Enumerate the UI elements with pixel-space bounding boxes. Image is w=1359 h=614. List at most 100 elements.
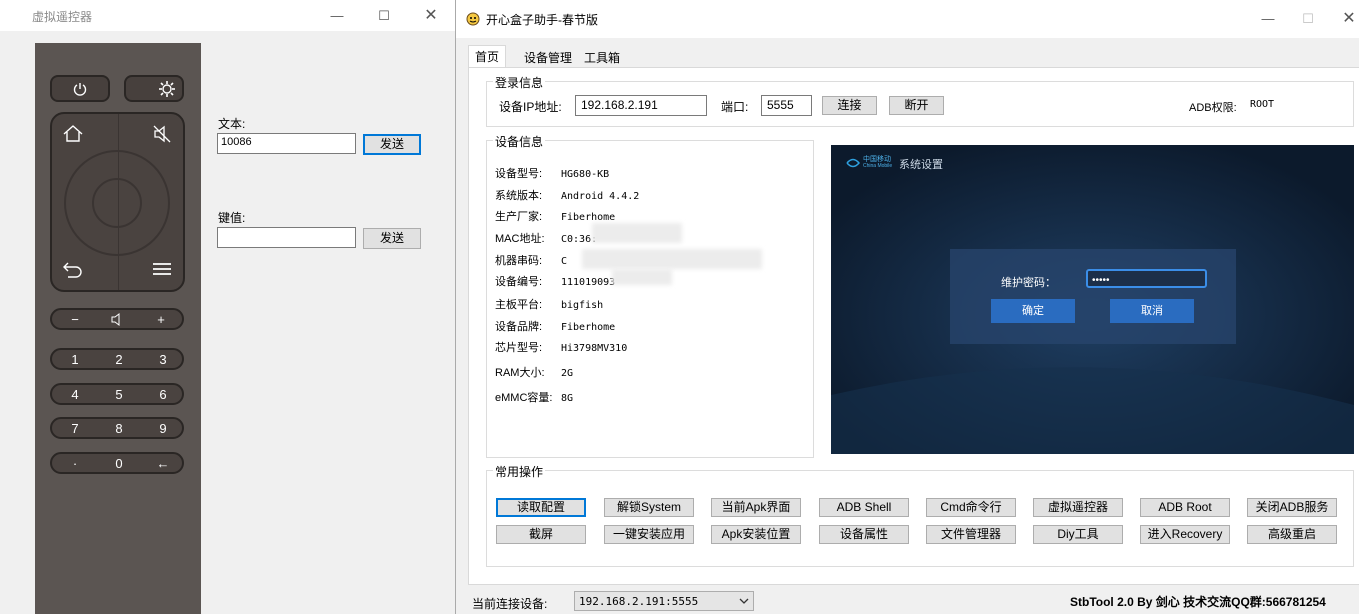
op-button-row1-4[interactable]: Cmd命令行 (926, 498, 1016, 517)
remote-body: − + 1 2 3 4 5 6 7 8 9 · 0 ← (35, 43, 201, 614)
main-window: 开心盒子助手-春节版 — ☐ ✕ 首页 设备管理 工具箱 登录信息 设备IP地址… (456, 0, 1359, 614)
device-select-value: 192.168.2.191:5555 (579, 595, 699, 608)
op-button-row1-7[interactable]: 关闭ADB服务 (1247, 498, 1337, 517)
device-info-key: 芯片型号: (495, 342, 543, 354)
ip-input[interactable]: 192.168.2.191 (575, 95, 707, 116)
op-button-row2-0[interactable]: 截屏 (496, 525, 586, 544)
menu-icon[interactable] (152, 262, 172, 276)
op-button-row2-6[interactable]: 进入Recovery (1140, 525, 1230, 544)
ok-button[interactable] (92, 178, 142, 228)
ops-group: 常用操作 读取配置 解锁System 当前Apk界面 ADB Shell Cmd命令行虚… (486, 463, 1354, 567)
number-row: 789 (50, 417, 184, 439)
device-info-row: 主板平台: bigfish (495, 296, 603, 312)
op-button-row2-1[interactable]: 一键安装应用 (604, 525, 694, 544)
num-key-8[interactable]: 9 (148, 421, 178, 436)
device-info-value: Hi3798MV310 (561, 343, 628, 354)
num-key-10[interactable]: 0 (104, 456, 134, 471)
device-info-key: 设备品牌: (495, 321, 543, 333)
port-label: 端口: (721, 100, 749, 114)
num-key-1[interactable]: 2 (104, 352, 134, 367)
num-key-3[interactable]: 4 (60, 387, 90, 402)
redacted-serial (582, 249, 762, 269)
device-info-value: Fiberhome (561, 322, 616, 333)
num-key-0[interactable]: 1 (60, 352, 90, 367)
op-button-row1-1[interactable]: 解锁System (604, 498, 694, 517)
volume-down-button[interactable]: − (60, 312, 90, 327)
device-info-row: 生产厂家: Fiberhome (495, 208, 615, 224)
op-button-row1-6[interactable]: ADB Root (1140, 498, 1230, 517)
key-label: 键值: (218, 211, 246, 225)
device-info-value: 2G (561, 368, 574, 379)
tab-home[interactable]: 首页 (468, 45, 507, 68)
minimize-icon[interactable]: — (314, 4, 360, 28)
ip-label: 设备IP地址: (499, 100, 562, 114)
main-titlebar: 开心盒子助手-春节版 — ☐ ✕ (456, 0, 1359, 38)
num-key-7[interactable]: 8 (104, 421, 134, 436)
maximize-icon[interactable]: ☐ (1285, 7, 1331, 31)
current-device-label: 当前连接设备: (472, 597, 548, 611)
main-title: 开心盒子助手-春节版 (486, 13, 598, 27)
adb-label: ADB权限: (1189, 102, 1237, 114)
op-button-row2-5[interactable]: Diy工具 (1033, 525, 1123, 544)
screen-cancel-button[interactable]: 取消 (1110, 299, 1194, 323)
key-send-button[interactable]: 发送 (363, 228, 421, 249)
connect-button[interactable]: 连接 (822, 96, 877, 115)
pwd-input[interactable]: ••••• (1086, 269, 1207, 288)
screen-ok-button[interactable]: 确定 (991, 299, 1075, 323)
brand-sub: China Mobile (863, 163, 893, 169)
close-icon[interactable]: ✕ (408, 4, 454, 28)
close-icon[interactable]: ✕ (1326, 7, 1359, 31)
num-key-6[interactable]: 7 (60, 421, 90, 436)
device-info-title: 设备信息 (493, 133, 546, 150)
device-info-row: eMMC容量: 8G (495, 389, 573, 405)
back-icon[interactable] (62, 260, 84, 278)
ops-group-title: 常用操作 (493, 463, 546, 480)
device-info-key: 设备型号: (495, 168, 543, 180)
volume-up-button[interactable]: + (146, 312, 176, 327)
direction-ring[interactable] (64, 150, 170, 256)
dpad[interactable] (50, 112, 185, 292)
num-key-2[interactable]: 3 (148, 352, 178, 367)
home-icon[interactable] (62, 124, 84, 144)
number-row: 123 (50, 348, 184, 370)
mute-icon[interactable] (152, 124, 172, 144)
settings-button[interactable] (124, 75, 184, 102)
num-key-11[interactable]: ← (148, 456, 178, 471)
device-info-key: MAC地址: (495, 233, 545, 245)
number-row: · 0 ← (50, 452, 184, 474)
china-mobile-logo-icon (846, 158, 860, 168)
key-input[interactable] (217, 227, 356, 248)
device-info-value: HG680-KB (561, 169, 610, 180)
volume-icon (111, 313, 120, 326)
maximize-icon[interactable]: ☐ (361, 4, 407, 28)
op-button-row2-4[interactable]: 文件管理器 (926, 525, 1016, 544)
num-key-5[interactable]: 6 (148, 387, 178, 402)
op-button-row2-3[interactable]: 设备属性 (819, 525, 909, 544)
device-info-value: bigfish (561, 300, 604, 311)
num-key-4[interactable]: 5 (104, 387, 134, 402)
adb-value: ROOT (1250, 99, 1275, 110)
op-button-row1-3[interactable]: ADB Shell (819, 498, 909, 517)
volume-bar: − + (50, 308, 184, 330)
credit-text: StbTool 2.0 By 剑心 技术交流QQ群:566781254 (1070, 595, 1326, 609)
op-button-row2-2[interactable]: Apk安装位置 (711, 525, 801, 544)
disconnect-button[interactable]: 断开 (889, 96, 944, 115)
device-info-key: 生产厂家: (495, 211, 543, 223)
op-button-row1-0[interactable]: 读取配置 (496, 498, 586, 517)
port-input[interactable]: 5555 (761, 95, 812, 116)
power-button[interactable] (50, 75, 110, 102)
remote-title: 虚拟遥控器 (32, 10, 93, 24)
num-key-9[interactable]: · (60, 456, 90, 471)
op-button-row1-5[interactable]: 虚拟遥控器 (1033, 498, 1123, 517)
tab-device-manage[interactable]: 设备管理 (518, 47, 578, 67)
text-send-button[interactable]: 发送 (363, 134, 421, 155)
text-input[interactable]: 10086 (217, 133, 356, 154)
tab-toolbox[interactable]: 工具箱 (578, 47, 626, 67)
device-info-value: 8G (561, 393, 574, 404)
device-info-key: eMMC容量: (495, 392, 553, 404)
device-select[interactable]: 192.168.2.191:5555 (574, 591, 754, 611)
op-button-row2-7[interactable]: 高级重启 (1247, 525, 1337, 544)
op-button-row1-2[interactable]: 当前Apk界面 (711, 498, 801, 517)
password-dialog: 维护密码： ••••• 确定 取消 (950, 249, 1236, 344)
device-info-value: C (561, 256, 568, 267)
